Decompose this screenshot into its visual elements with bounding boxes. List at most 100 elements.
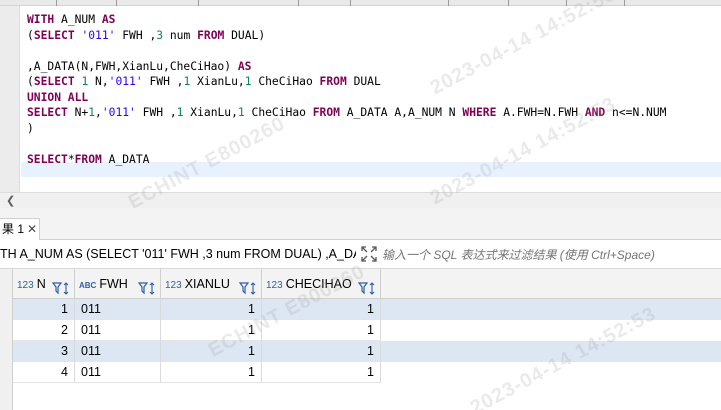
query-text: TH A_NUM AS (SELECT '011' FWH ,3 num FRO… (0, 247, 356, 261)
sql-keyword: UNION ALL (27, 90, 89, 104)
sql-keyword: AND (584, 106, 606, 119)
sql-token: FWH , (142, 75, 184, 88)
sql-keyword: SELECT (33, 28, 75, 42)
row-header-column[interactable] (0, 269, 13, 410)
code-line[interactable]: SELECT N+1,'011' FWH ,1 XianLu,1 CheCiHa… (27, 105, 666, 121)
sql-token: , (95, 106, 102, 119)
filter-sort-icon[interactable] (357, 277, 376, 295)
sql-string: '011' (108, 75, 143, 88)
table-row[interactable]: 3 011 1 1 (13, 341, 721, 362)
tab-result-1[interactable]: 果 1 ✕ (0, 218, 40, 240)
sql-keyword: SELECT (27, 152, 68, 166)
column-header-n[interactable]: 123 N (13, 269, 75, 299)
sql-keyword: FROM (74, 152, 102, 166)
code-line[interactable]: ) (27, 121, 666, 137)
sql-keyword: FROM (197, 28, 225, 42)
code-line[interactable]: (SELECT 1 N,'011' FWH ,1 XianLu,1 CheCiH… (27, 74, 666, 90)
sql-editor[interactable]: WITH A_NUM AS (SELECT '011' FWH ,3 num FR… (0, 6, 721, 192)
sql-token: A.FWH=N.FWH (496, 106, 585, 119)
filter-input[interactable] (382, 246, 717, 264)
column-header-xianlu[interactable]: 123 XIANLU (161, 269, 262, 299)
number-type-icon: 123 (17, 280, 34, 291)
cell-n[interactable]: 3 (13, 341, 75, 362)
grid-header: 123 N ABC FWH 123 XIANLU 123 CHECIHAO (13, 269, 721, 299)
filter-bar: TH A_NUM AS (SELECT '011' FWH ,3 num FRO… (0, 241, 721, 269)
filter-sort-icon[interactable] (51, 277, 70, 295)
cell-fwh[interactable]: 011 (75, 341, 161, 362)
sql-token: XianLu, (190, 75, 245, 88)
cell-n[interactable]: 1 (13, 299, 75, 320)
sql-number: 1 (237, 106, 245, 119)
code-line[interactable]: SELECT*FROM A_DATA (27, 152, 666, 168)
sql-token: ( (27, 75, 34, 88)
cell-n[interactable]: 4 (13, 362, 75, 383)
cell-xianlu[interactable]: 1 (161, 341, 262, 362)
cell-fwh[interactable]: 011 (75, 299, 161, 320)
column-label: CHECIHAO (285, 277, 352, 291)
sql-token: CheCiHao (251, 75, 320, 88)
code-line[interactable] (27, 43, 666, 59)
sql-number: 1 (244, 75, 252, 88)
sql-keyword: WHERE (462, 106, 497, 119)
sql-token: A_NUM (54, 13, 102, 26)
close-icon[interactable]: ✕ (27, 219, 37, 239)
sql-string: '011' (101, 106, 136, 119)
column-label: FWH (99, 277, 128, 291)
sql-token: N, (88, 75, 109, 88)
sql-code[interactable]: WITH A_NUM AS (SELECT '011' FWH ,3 num FR… (27, 12, 666, 167)
sql-number: 1 (88, 106, 96, 119)
filter-sort-icon[interactable] (137, 277, 156, 295)
code-line[interactable]: WITH A_NUM AS (27, 12, 666, 28)
number-type-icon: 123 (165, 280, 182, 291)
sql-token: FWH , (115, 28, 157, 42)
cell-n[interactable]: 2 (13, 320, 75, 341)
number-type-icon: 123 (266, 280, 283, 291)
sql-token: A_DATA A,A_NUM N (339, 106, 463, 119)
cell-xianlu[interactable]: 1 (161, 320, 262, 341)
sql-token: ,A_DATA(N,FWH,XianLu,CheCiHao) (27, 59, 238, 73)
cell-checihao[interactable]: 1 (262, 362, 381, 383)
sql-token: DUAL (346, 75, 381, 88)
sql-keyword: AS (237, 59, 252, 73)
table-row[interactable]: 1 011 1 1 (13, 299, 721, 320)
expand-icon[interactable] (360, 245, 378, 263)
sql-token: ( (27, 28, 34, 42)
sql-token: num (163, 28, 198, 42)
sql-keyword: WITH (27, 13, 55, 26)
code-line[interactable]: UNION ALL (27, 90, 666, 106)
cell-fwh[interactable]: 011 (75, 362, 161, 383)
sql-token: DUAL) (224, 28, 266, 42)
table-row[interactable]: 2 011 1 1 (13, 320, 721, 341)
tab-result-label: 果 1 (2, 222, 25, 236)
code-line[interactable]: ,A_DATA(N,FWH,XianLu,CheCiHao) AS (27, 59, 666, 75)
scroll-left-icon[interactable]: ❮ (6, 194, 15, 207)
cell-fwh[interactable]: 011 (75, 320, 161, 341)
filter-sort-icon[interactable] (238, 277, 257, 295)
editor-horizontal-scrollbar[interactable]: ❮ (0, 192, 721, 208)
sql-keyword: FROM (319, 75, 347, 88)
sql-token: A_DATA (101, 152, 150, 166)
sql-string: '011' (81, 28, 116, 42)
cell-xianlu[interactable]: 1 (161, 299, 262, 320)
editor-gutter (0, 6, 20, 192)
column-header-fwh[interactable]: ABC FWH (75, 269, 161, 299)
column-header-checihao[interactable]: 123 CHECIHAO (262, 269, 381, 299)
column-label: N (36, 277, 46, 291)
sql-token: n<=N.NUM (605, 106, 667, 119)
cell-checihao[interactable]: 1 (262, 341, 381, 362)
code-line[interactable] (27, 136, 666, 152)
cell-checihao[interactable]: 1 (262, 299, 381, 320)
sql-token: ) (27, 121, 34, 135)
sql-token: CheCiHao (244, 106, 313, 119)
text-type-icon: ABC (79, 281, 97, 290)
cell-checihao[interactable]: 1 (262, 320, 381, 341)
sql-keyword: SELECT (33, 75, 75, 88)
code-line[interactable]: (SELECT '011' FWH ,3 num FROM DUAL) (27, 28, 666, 44)
table-row[interactable]: 4 011 1 1 (13, 362, 721, 383)
cell-xianlu[interactable]: 1 (161, 362, 262, 383)
sql-keyword: AS (101, 13, 116, 26)
sql-keyword: FROM (312, 106, 340, 119)
result-grid[interactable]: 123 N ABC FWH 123 XIANLU 123 CHECIHAO 1 011 1 1 2 01… (0, 269, 721, 410)
result-tab-bar: 果 1 ✕ (0, 208, 721, 240)
column-label: XIANLU (184, 277, 230, 291)
